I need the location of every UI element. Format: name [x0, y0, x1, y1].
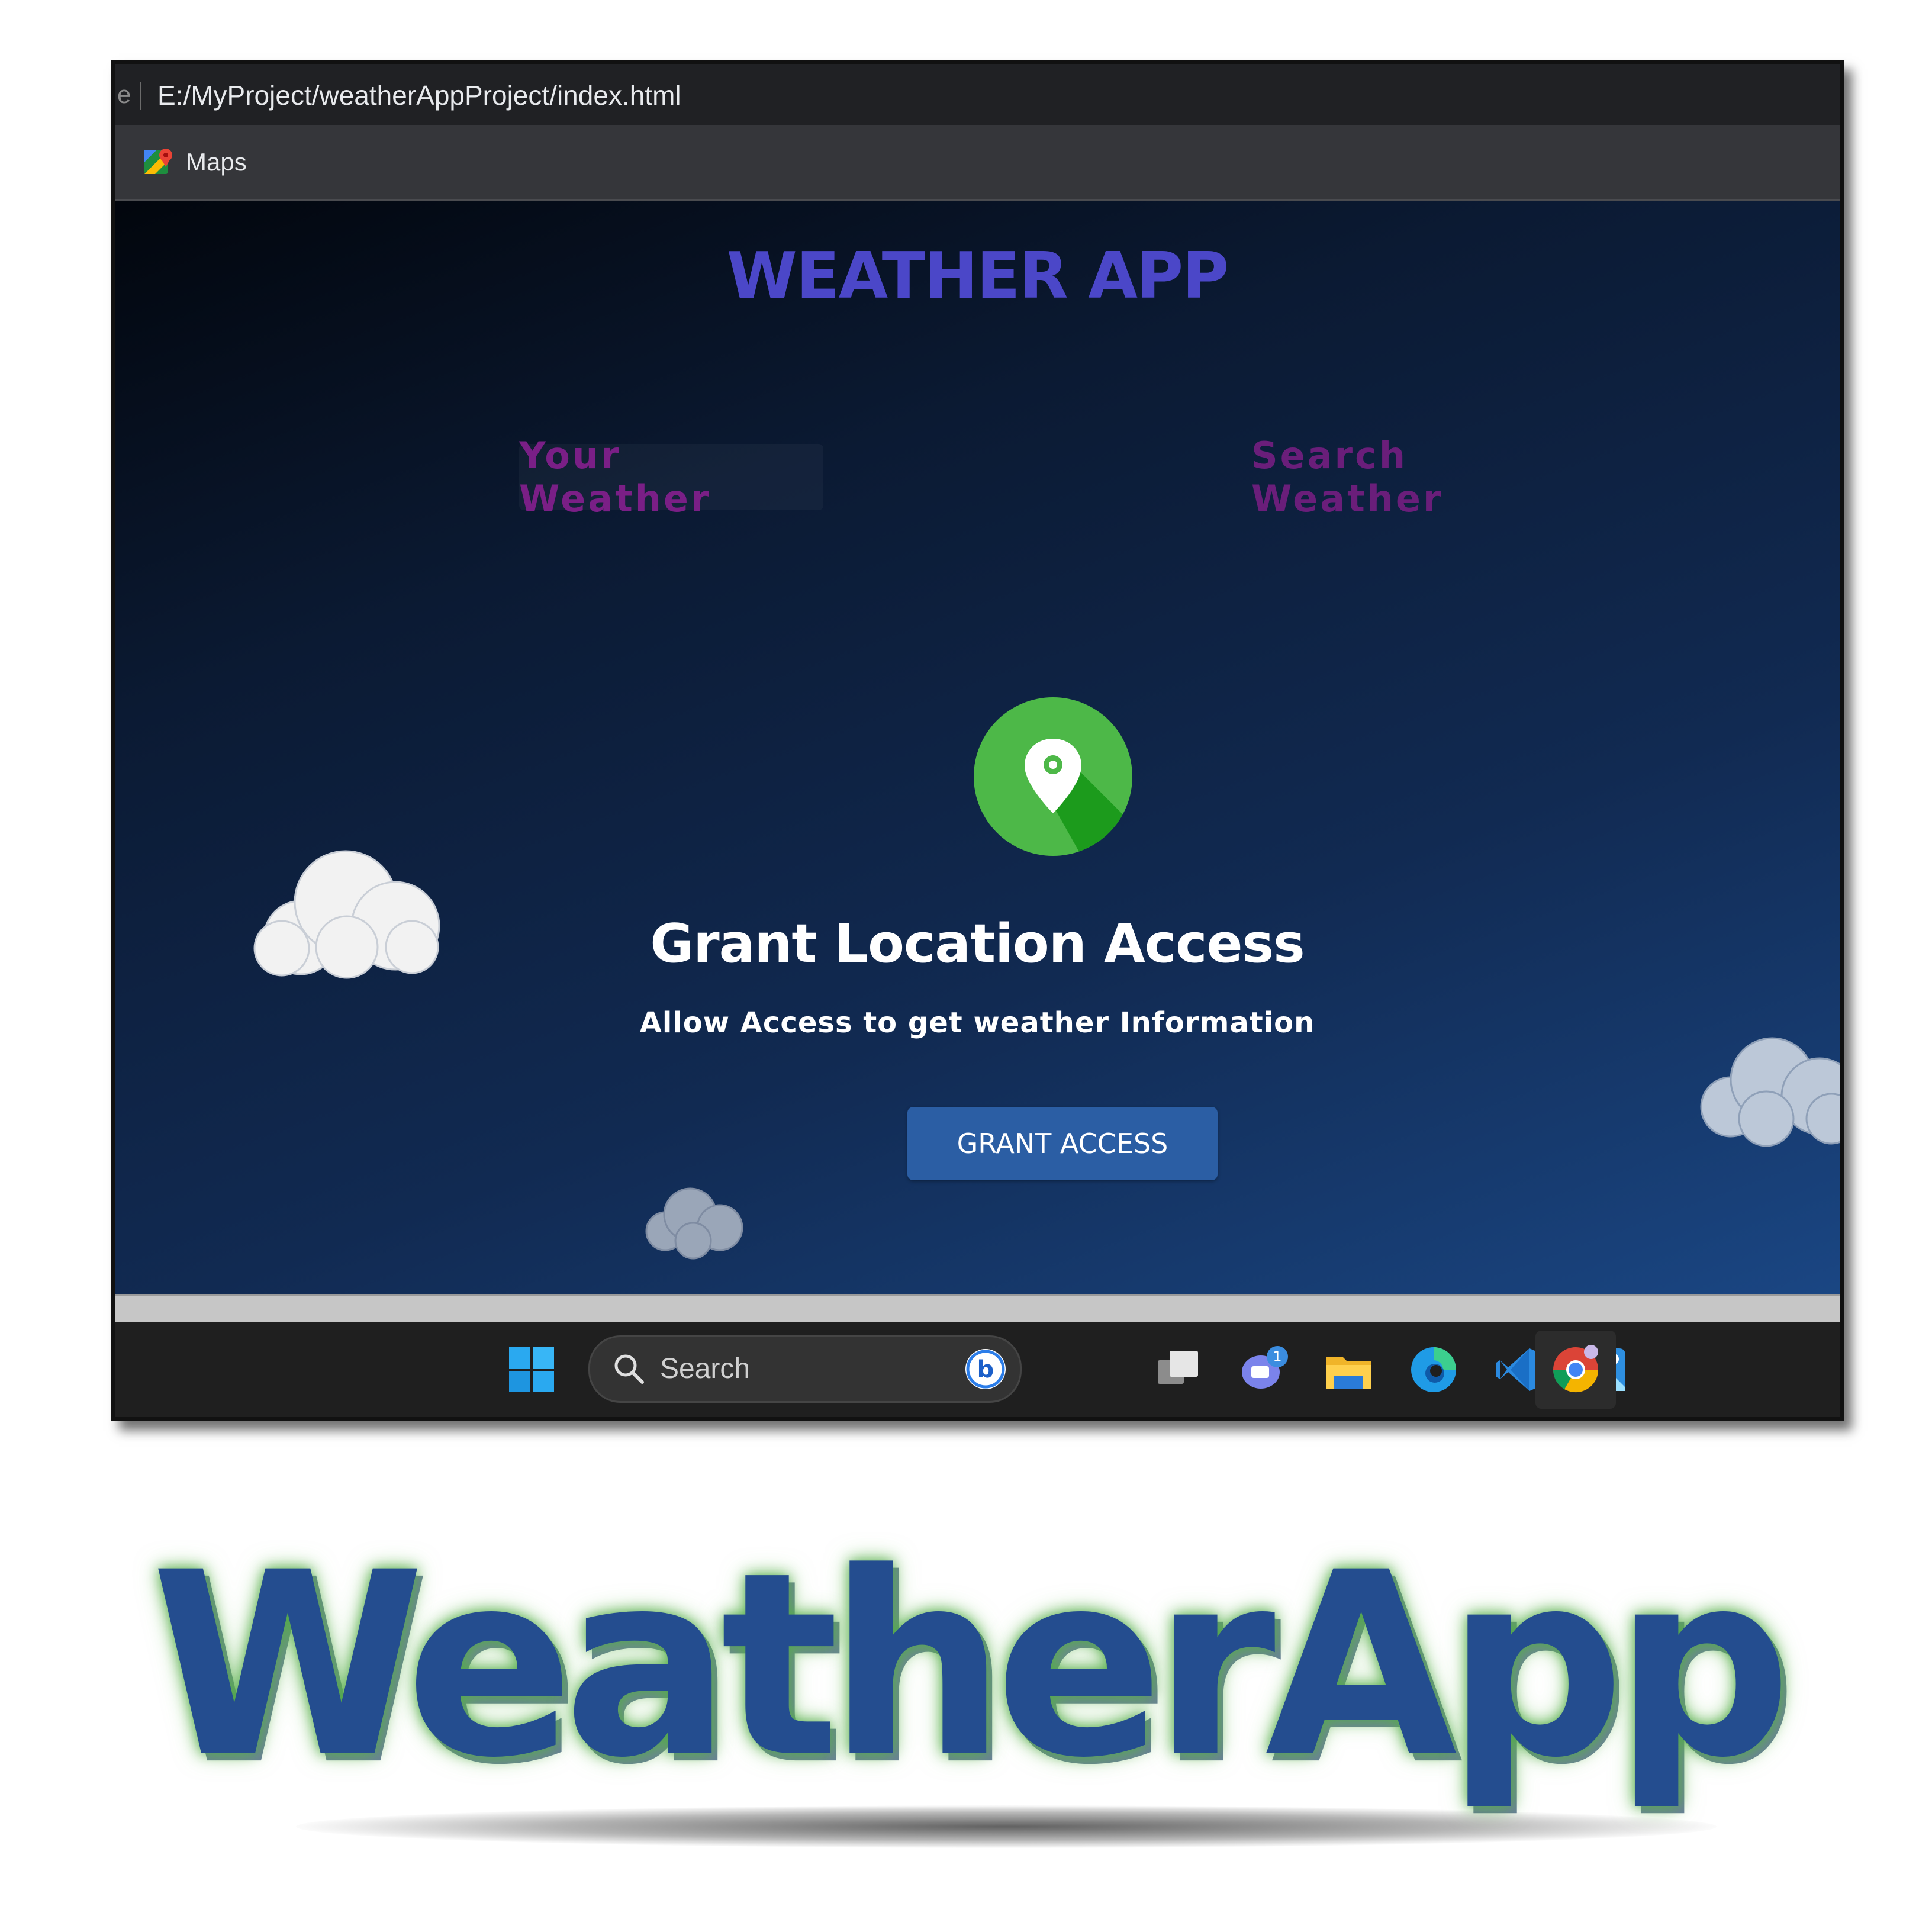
teams-chat-icon[interactable]: 1 [1237, 1344, 1289, 1396]
svg-text:b: b [977, 1356, 994, 1383]
location-pin-icon [974, 697, 1132, 856]
app-title: WEATHER APP [726, 239, 1229, 313]
tab-search-weather[interactable]: Search Weather [1251, 434, 1589, 520]
file-explorer-icon[interactable] [1322, 1344, 1374, 1396]
taskbar-search-box[interactable]: Search b [588, 1335, 1022, 1403]
chrome-icon[interactable] [1550, 1344, 1602, 1396]
logo-text: WeatherApp [150, 1518, 1792, 1814]
task-view-icon[interactable] [1152, 1344, 1204, 1396]
cloud-bottom [645, 1187, 743, 1260]
address-bar-stub: e [117, 80, 131, 108]
taskbar-search-placeholder: Search [660, 1353, 751, 1384]
address-bar[interactable]: e E:/MyProject/weatherAppProject/index.h… [115, 64, 1840, 125]
page: e E:/MyProject/weatherAppProject/index.h… [0, 0, 1932, 1932]
windows-start-icon[interactable] [505, 1344, 558, 1396]
horizontal-scrollbar[interactable] [115, 1294, 1840, 1324]
address-bar-divider [140, 82, 141, 110]
google-maps-icon [144, 149, 172, 174]
bing-icon[interactable]: b [963, 1347, 1008, 1392]
address-url[interactable]: E:/MyProject/weatherAppProject/index.htm… [157, 79, 681, 111]
tab-your-weather[interactable]: Your Weather [519, 434, 823, 520]
weatherapp-logo: WeatherApp [0, 1518, 1932, 1853]
cloud-right [1700, 1037, 1840, 1147]
chat-notification-badge: 1 [1273, 1348, 1281, 1365]
page-viewport: WEATHER APP Your Weather Search Weather … [115, 201, 1840, 1294]
bookmarks-bar: Maps [115, 125, 1840, 201]
bookmark-maps-label: Maps [186, 148, 247, 176]
windows-taskbar: Search b 1 [115, 1322, 1840, 1417]
search-icon [614, 1354, 644, 1384]
screenshot-frame: e E:/MyProject/weatherAppProject/index.h… [111, 60, 1844, 1421]
bookmark-maps[interactable]: Maps [143, 143, 247, 181]
cloud-left [253, 850, 440, 979]
grant-location-subtitle: Allow Access to get weather Information [639, 1006, 1315, 1039]
grant-access-button[interactable]: GRANT ACCESS [907, 1107, 1218, 1180]
edge-icon[interactable] [1408, 1344, 1460, 1396]
